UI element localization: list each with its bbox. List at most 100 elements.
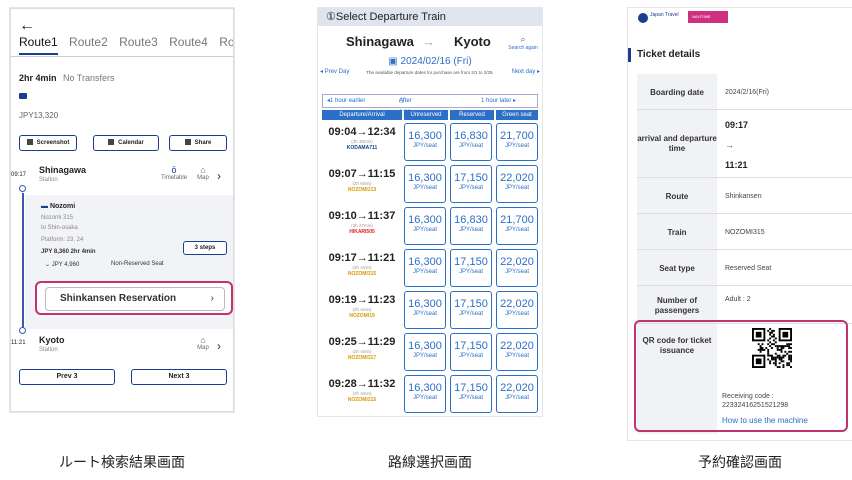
sub-fare[interactable]: ⌄ JPY 4,960 — [45, 261, 79, 268]
fare-unit: JPY/seat — [504, 269, 529, 275]
route-results-screen: ← Route1 Route2 Route3 Route4 Rout 2hr 4… — [10, 8, 234, 412]
fare-button[interactable]: 16,300 JPY/seat — [404, 291, 446, 329]
train-duration: (2h 4min) — [352, 265, 372, 270]
fare-button[interactable]: 22,020 JPY/seat — [496, 165, 538, 203]
map-icon: ⌂ — [200, 335, 206, 345]
japan-travel-logo: Japan Travel — [638, 12, 680, 24]
fare-unit: JPY/seat — [504, 143, 529, 149]
fare-unit: JPY/seat — [458, 143, 483, 149]
qr-code-icon — [752, 328, 792, 368]
time-arrow: → — [725, 140, 734, 150]
fare-unit: JPY/seat — [504, 395, 529, 401]
fare-button[interactable]: 22,020 JPY/seat — [496, 375, 538, 413]
fare-button[interactable]: 17,150 JPY/seat — [450, 291, 492, 329]
origin-map-link[interactable]: ⌂ Map — [195, 165, 211, 181]
train-platform: Platform: 23, 24 — [41, 237, 84, 243]
fare-button[interactable]: 16,300 JPY/seat — [404, 333, 446, 371]
fare-value: 22,020 — [500, 256, 534, 268]
fare-button[interactable]: 21,700 JPY/seat — [496, 207, 538, 245]
fare-button[interactable]: 22,020 JPY/seat — [496, 291, 538, 329]
route-bar: Shinagawa → Kyoto ⌕ Search again — [318, 28, 542, 52]
fare-unit: JPY/seat — [412, 395, 437, 401]
destination-time: 11:21 — [11, 340, 26, 346]
train-duration: (2h 8min) — [352, 181, 372, 186]
fare-value: 17,150 — [454, 172, 488, 184]
share-button[interactable]: Share — [169, 135, 227, 151]
fare-value: 16,300 — [408, 298, 442, 310]
screenshot-button[interactable]: Screenshot — [19, 135, 77, 151]
timetable-link[interactable]: ō Timetable — [159, 165, 189, 181]
duration: 2hr 4min — [19, 73, 57, 83]
train-number: Nozomi 315 — [41, 215, 74, 221]
howto-link[interactable]: How to use the machine — [722, 416, 808, 425]
fare-button[interactable]: 16,300 JPY/seat — [404, 207, 446, 245]
col-unreserved: Unreserved — [404, 110, 448, 120]
fare-value: 16,830 — [454, 130, 488, 142]
date-bar: ◂ Prev Day ▣ 2024/02/16 (Fri) The availa… — [318, 54, 542, 90]
date-picker[interactable]: ▣ 2024/02/16 (Fri) — [368, 56, 492, 67]
train-row: 09:07→11:15 (2h 8min) NOZOMI213 16,300 JPY/s… — [322, 164, 538, 204]
label-route: Route — [665, 192, 689, 201]
logo-bar: Japan Travel NAVITIME — [628, 8, 852, 30]
fare-button[interactable]: 17,150 JPY/seat — [450, 333, 492, 371]
hour-earlier-button[interactable]: ◂1 hour earlier — [327, 95, 365, 107]
fare-unit: JPY/seat — [412, 185, 437, 191]
fare-button[interactable]: 17,150 JPY/seat — [450, 165, 492, 203]
camera-icon — [26, 139, 33, 145]
train-times: 09:04→12:34 — [328, 126, 396, 138]
fare-button[interactable]: 21,700 JPY/seat — [496, 123, 538, 161]
from-station: Shinagawa — [346, 34, 414, 49]
share-icon — [184, 139, 191, 145]
caption-route-results: ルート検索結果画面 — [59, 454, 185, 470]
destination-map-link[interactable]: ⌂ Map — [195, 335, 211, 351]
col-green-seat: Green seat — [496, 110, 538, 120]
origin-dot — [19, 185, 26, 192]
fare-button[interactable]: 17,150 JPY/seat — [450, 249, 492, 287]
hour-later-button[interactable]: 1 hour later ▸ — [481, 95, 516, 107]
fare-button[interactable]: 16,300 JPY/seat — [404, 249, 446, 287]
tab-route1[interactable]: Route1 — [19, 35, 58, 55]
fare-button[interactable]: 16,300 JPY/seat — [404, 165, 446, 203]
fare-value: 16,300 — [408, 256, 442, 268]
train-fare: JPY 8,360 2hr 4min — [41, 249, 96, 255]
fare-unit: JPY/seat — [412, 143, 437, 149]
tab-route4[interactable]: Route4 — [169, 35, 208, 49]
fare-button[interactable]: 22,020 JPY/seat — [496, 249, 538, 287]
train-duration: (3h 30min) — [351, 139, 373, 144]
origin-station[interactable]: Shinagawa — [39, 165, 86, 175]
col-departure-arrival: Departure/Arrival — [322, 110, 402, 120]
fare-button[interactable]: 16,830 JPY/seat — [450, 207, 492, 245]
fare-button[interactable]: 17,150 JPY/seat — [450, 375, 492, 413]
shinkansen-reservation-button[interactable]: Shinkansen Reservation › — [45, 287, 225, 311]
prev-day-button[interactable]: ◂ Prev Day — [320, 68, 349, 75]
destination-station[interactable]: Kyoto — [39, 335, 65, 345]
fare-unit: JPY/seat — [458, 311, 483, 317]
train-id: NOZOMI215 — [347, 397, 377, 403]
train-row: 09:25→11:29 (2h 4min) NOZOMI317 16,300 JPY/s… — [322, 332, 538, 372]
calendar-button[interactable]: Calendar — [93, 135, 159, 151]
search-icon: ⌕ — [520, 34, 526, 44]
fare-value: 16,300 — [408, 172, 442, 184]
tab-route5[interactable]: Rout — [219, 35, 233, 49]
search-again-button[interactable]: ⌕ Search again — [508, 34, 538, 51]
fare-button[interactable]: 16,300 JPY/seat — [404, 123, 446, 161]
fare-button[interactable]: 16,830 JPY/seat — [450, 123, 492, 161]
fare-button[interactable]: 22,020 JPY/seat — [496, 333, 538, 371]
row-train: Train NOZOMI315 — [637, 214, 852, 250]
receiving-code: Receiving code : 22332416251521298 — [722, 392, 788, 410]
fare-unit: JPY/seat — [458, 353, 483, 359]
back-arrow-icon[interactable]: ← — [19, 17, 35, 35]
next-button[interactable]: Next 3 — [131, 369, 227, 385]
prev-button[interactable]: Prev 3 — [19, 369, 115, 385]
next-day-button[interactable]: Next day ▸ — [512, 68, 540, 75]
steps-button[interactable]: 3 steps — [183, 241, 227, 255]
tab-route2[interactable]: Route2 — [69, 35, 108, 49]
to-station: Kyoto — [454, 34, 491, 49]
receiving-value: 22332416251521298 — [722, 402, 789, 409]
fare-button[interactable]: 16,300 JPY/seat — [404, 375, 446, 413]
fare-unit: JPY/seat — [458, 395, 483, 401]
chevron-right-icon[interactable]: › — [217, 339, 221, 353]
chevron-right-icon[interactable]: › — [217, 169, 221, 183]
tab-route3[interactable]: Route3 — [119, 35, 158, 49]
fare-value: 22,020 — [500, 172, 534, 184]
